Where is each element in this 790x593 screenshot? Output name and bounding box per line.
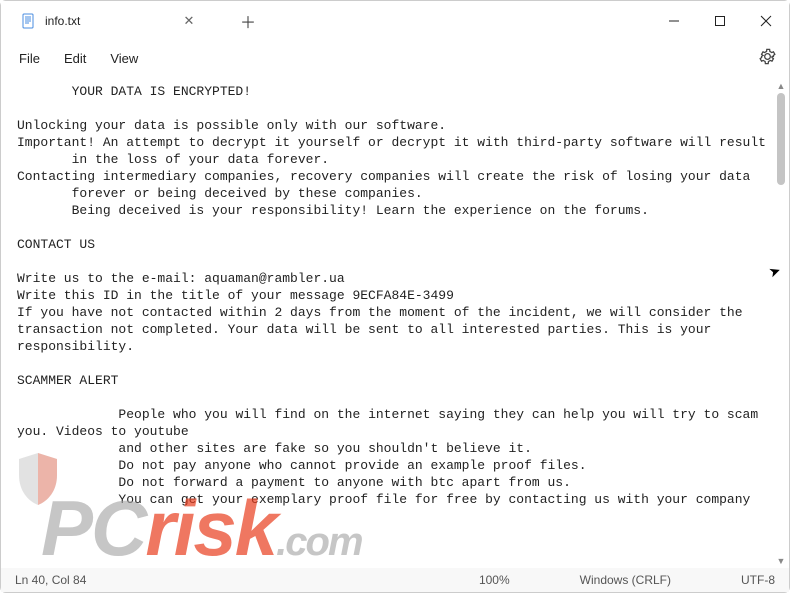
status-position: Ln 40, Col 84 <box>15 573 86 587</box>
editor-area: YOUR DATA IS ENCRYPTED! Unlocking your d… <box>1 79 789 568</box>
minimize-button[interactable] <box>651 1 697 41</box>
menubar: File Edit View <box>1 41 789 75</box>
tab-close-button[interactable]: ✕ <box>181 13 197 29</box>
vertical-scrollbar[interactable]: ▲ ▼ <box>774 79 788 568</box>
scrollbar-thumb[interactable] <box>777 93 785 185</box>
status-bar: Ln 40, Col 84 100% Windows (CRLF) UTF-8 <box>1 568 789 592</box>
gear-icon <box>759 48 776 70</box>
new-tab-button[interactable]: ＋ <box>233 6 263 36</box>
menu-view[interactable]: View <box>100 47 148 70</box>
menu-file[interactable]: File <box>9 47 50 70</box>
status-line-ending[interactable]: Windows (CRLF) <box>580 573 671 587</box>
notepad-file-icon <box>21 13 37 29</box>
maximize-button[interactable] <box>697 1 743 41</box>
tab-title: info.txt <box>45 14 173 28</box>
status-zoom[interactable]: 100% <box>479 573 510 587</box>
status-encoding[interactable]: UTF-8 <box>741 573 775 587</box>
window-controls <box>651 1 789 41</box>
titlebar: info.txt ✕ ＋ <box>1 1 789 41</box>
text-content[interactable]: YOUR DATA IS ENCRYPTED! Unlocking your d… <box>1 79 774 568</box>
menu-edit[interactable]: Edit <box>54 47 96 70</box>
settings-button[interactable] <box>755 47 779 71</box>
tab-info-txt[interactable]: info.txt ✕ <box>9 1 209 41</box>
scroll-down-icon[interactable]: ▼ <box>774 554 788 568</box>
close-button[interactable] <box>743 1 789 41</box>
scroll-up-icon[interactable]: ▲ <box>774 79 788 93</box>
